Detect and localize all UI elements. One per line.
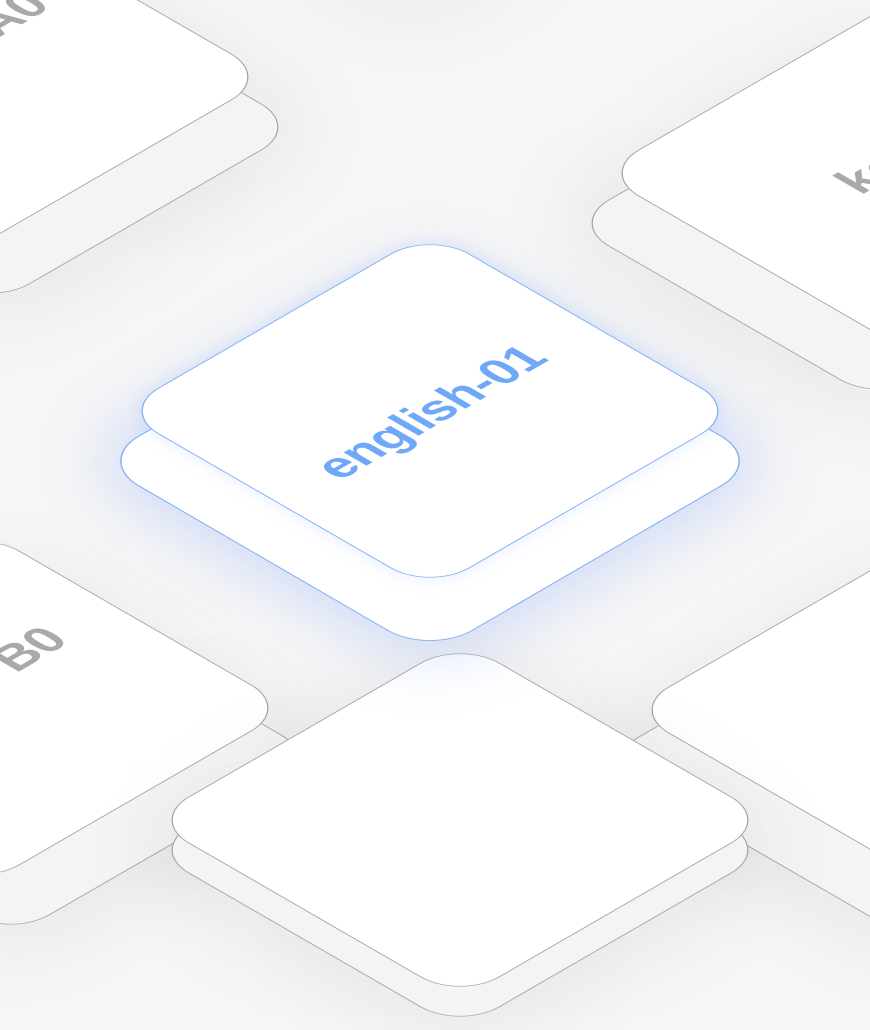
tile-bottom-right[interactable]: spa bbox=[598, 530, 870, 940]
tile-top-left[interactable]: A0 bbox=[0, 0, 302, 307]
tile-top-right[interactable]: koellaı bbox=[568, 0, 870, 403]
tile-center-selected[interactable]: english-01 bbox=[95, 231, 765, 656]
tile-bottom-left[interactable]: B0 bbox=[0, 528, 322, 938]
tile-canvas: A0 koellaı B0 spa english-01 bbox=[0, 0, 870, 1030]
tile-center-face: english-01 bbox=[118, 231, 742, 591]
tile-center-label: english-01 bbox=[300, 337, 560, 487]
tile-bottom[interactable] bbox=[148, 640, 772, 1030]
